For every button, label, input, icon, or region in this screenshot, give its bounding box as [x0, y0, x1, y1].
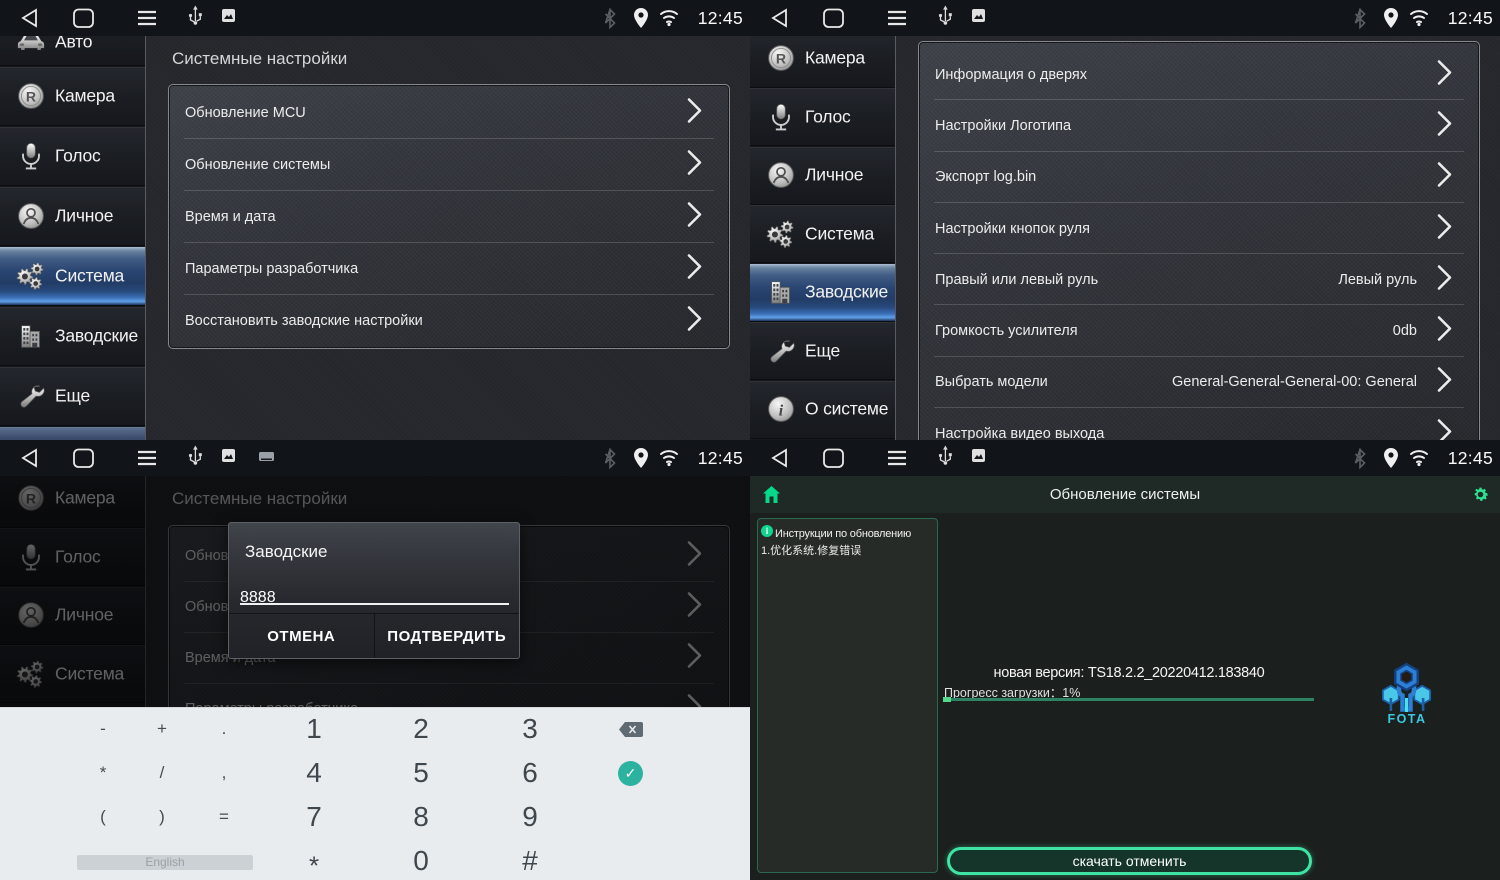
svg-text:i: i: [766, 526, 769, 536]
svg-text:i: i: [779, 403, 784, 420]
svg-text:R: R: [776, 50, 786, 66]
svg-text:R: R: [26, 88, 36, 104]
svg-text:FOTA: FOTA: [1387, 712, 1426, 726]
